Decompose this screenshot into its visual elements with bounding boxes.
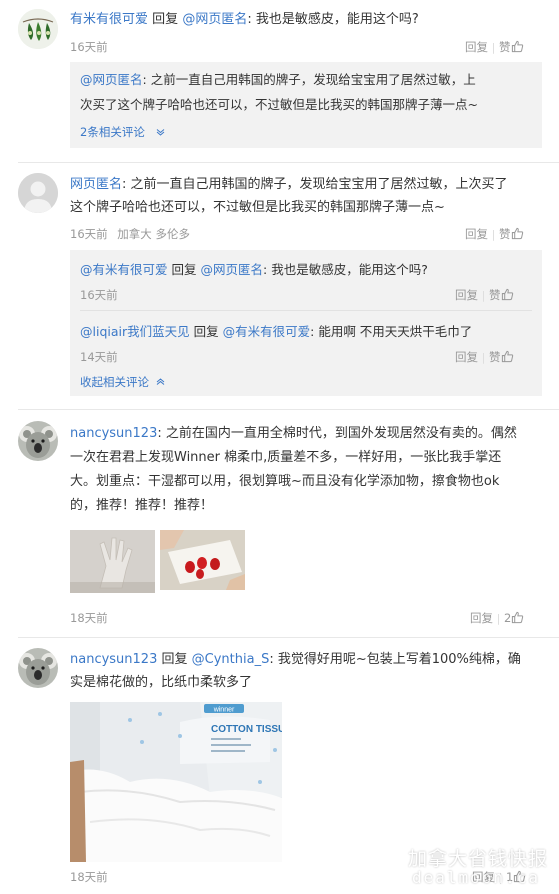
- like-button[interactable]: 赞: [489, 288, 514, 302]
- comment-text-line-4: 的，推荐！推荐！推荐！: [70, 498, 214, 513]
- comment-text-line-2: 实是棉花做的，比纸巾柔软多了: [70, 675, 253, 690]
- quoted-comment: @网页匿名: 之前一直自己用韩国的牌子，发现给宝宝用了居然过敏，上 次买了这个牌…: [70, 62, 542, 148]
- reply-word: 回复: [152, 12, 179, 27]
- reply-word: 回复: [171, 262, 197, 277]
- avatar[interactable]: [18, 9, 58, 49]
- reply-button[interactable]: 回复: [465, 227, 488, 241]
- related-comments-link[interactable]: 2条相关评论: [80, 124, 145, 140]
- like-button[interactable]: 2: [504, 611, 524, 625]
- comment-divider: [18, 162, 559, 163]
- subreply-text: : 我也是敏感皮，能用这个吗?: [263, 262, 428, 277]
- subreply-author[interactable]: @有米有很可爱: [80, 262, 168, 277]
- comment-location: 加拿大 多伦多: [117, 227, 190, 241]
- package-product: COTTON TISSUE: [211, 724, 282, 735]
- comment-text-line-1: : 我觉得好用呢~包装上写着100%纯棉，确: [269, 652, 521, 667]
- comment-time: 18天前: [70, 870, 108, 884]
- package-brand: winner: [213, 707, 235, 714]
- thumb-up-icon: [511, 227, 523, 240]
- koala-avatar-image: [18, 648, 58, 688]
- reply-target[interactable]: @网页匿名: [182, 12, 247, 27]
- like-button[interactable]: 赞: [499, 227, 524, 241]
- avatar[interactable]: [18, 648, 58, 688]
- like-label: 赞: [489, 350, 501, 364]
- collapse-comments-link[interactable]: 收起相关评论: [80, 374, 149, 390]
- hand-on-tissue-image: [70, 530, 155, 593]
- reply-target[interactable]: @网页匿名: [201, 262, 264, 277]
- comment-text: : 我也是敏感皮，能用这个吗?: [247, 12, 419, 27]
- comment-photo-package[interactable]: winner COTTON TISSUE: [70, 702, 282, 862]
- comment-photo-strawberries[interactable]: [160, 530, 245, 590]
- comment-author[interactable]: nancysun123: [70, 652, 157, 667]
- comment-divider: [18, 409, 559, 410]
- reply-button[interactable]: 回复: [455, 350, 478, 364]
- comment-divider: [18, 637, 559, 638]
- watermark-en: dealmoon.ca: [412, 868, 540, 887]
- quoted-author[interactable]: @网页匿名: [80, 72, 143, 87]
- reply-button[interactable]: 回复: [455, 288, 478, 302]
- comment-text-line-1: : 之前在国内一直用全棉时代，到国外发现居然没有卖的。偶然: [157, 426, 517, 441]
- subreply-box: @有米有很可爱 回复 @网页匿名: 我也是敏感皮，能用这个吗? 16天前 回复 …: [70, 250, 542, 396]
- reply-button[interactable]: 回复: [465, 40, 488, 54]
- action-divider: |: [496, 612, 501, 625]
- subreply-divider: [80, 310, 532, 311]
- comment-text-line-2: 这个牌子哈哈也还可以，不过敏但是比我买的韩国那牌子薄一点~: [70, 200, 445, 215]
- chevron-down-icon[interactable]: [156, 128, 165, 136]
- comment-photo-hand[interactable]: [70, 530, 155, 593]
- default-avatar-icon: [18, 173, 58, 213]
- action-divider: |: [481, 289, 486, 302]
- cotton-tissue-package-image: winner COTTON TISSUE: [70, 702, 282, 862]
- like-button[interactable]: 赞: [489, 350, 514, 364]
- reply-target[interactable]: @有米有很可爱: [223, 324, 311, 339]
- thumb-up-icon: [501, 288, 513, 301]
- avatar[interactable]: [18, 173, 58, 213]
- subreply-author[interactable]: @liqiair我们蓝天见: [80, 324, 190, 339]
- subreply-time: 16天前: [80, 288, 118, 302]
- thumb-up-icon: [501, 350, 513, 363]
- comment-author[interactable]: 网页匿名: [70, 177, 122, 192]
- comment-author[interactable]: 有米有很可爱: [70, 12, 148, 27]
- comment-text-line-1: : 之前一直自己用韩国的牌子，发现给宝宝用了居然过敏，上次买了: [122, 177, 508, 192]
- comment-text-line-3: 大。划重点：干湿都可以用，很划算哦~而且没有化学添加物，擦食物也ok: [70, 474, 500, 489]
- avatar-image: [18, 9, 58, 49]
- watermark-cn: 加拿大省钱快报: [408, 848, 549, 870]
- comment-time: 18天前: [70, 611, 108, 625]
- avatar[interactable]: [18, 421, 58, 461]
- reply-button[interactable]: 回复: [470, 611, 493, 625]
- like-label: 赞: [499, 40, 511, 54]
- koala-avatar-image: [18, 421, 58, 461]
- subreply-text: : 能用啊 不用天天烘干毛巾了: [310, 324, 473, 339]
- comment-text-line-2: 一次在君君上发现Winner 棉柔巾,质量差不多，一样好用，一张比我手掌还: [70, 450, 502, 465]
- comment-time: 16天前: [70, 40, 108, 54]
- like-label: 赞: [489, 288, 501, 302]
- reply-target[interactable]: @Cynthia_S: [192, 652, 270, 667]
- action-divider: |: [491, 228, 496, 241]
- strawberries-on-tissue-image: [160, 530, 245, 590]
- like-count: 2: [504, 611, 512, 625]
- chevron-up-icon[interactable]: [156, 378, 165, 386]
- reply-word: 回复: [161, 652, 188, 667]
- like-button[interactable]: 赞: [499, 40, 524, 54]
- thumb-up-icon: [511, 40, 523, 53]
- quoted-text-line-2: 次买了这个牌子哈哈也还可以，不过敏但是比我买的韩国那牌子薄一点~: [80, 97, 478, 112]
- thumb-up-icon: [512, 611, 524, 624]
- subreply-time: 14天前: [80, 350, 118, 364]
- reply-word: 回复: [193, 324, 219, 339]
- comment-time: 16天前: [70, 227, 108, 241]
- action-divider: |: [481, 351, 486, 364]
- comment-author[interactable]: nancysun123: [70, 426, 157, 441]
- like-label: 赞: [499, 227, 511, 241]
- action-divider: |: [491, 41, 496, 54]
- quoted-text-line-1: : 之前一直自己用韩国的牌子，发现给宝宝用了居然过敏，上: [142, 72, 476, 87]
